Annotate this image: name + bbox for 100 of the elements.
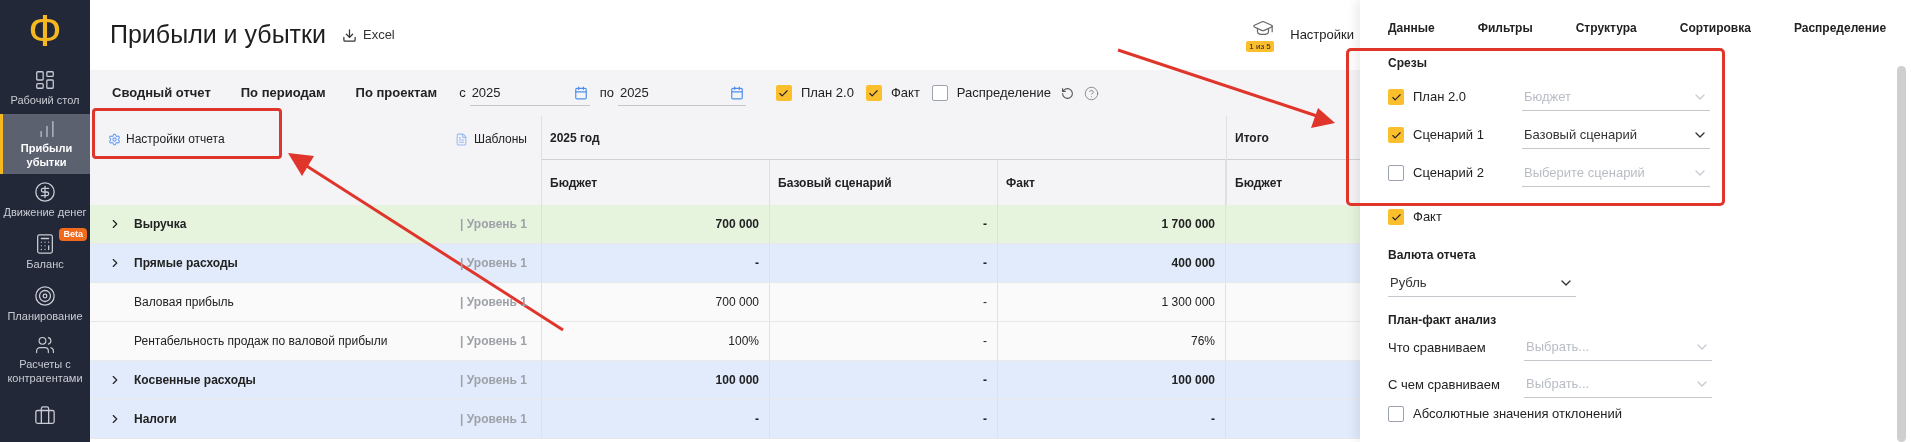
- checkbox-label: Распределение: [956, 84, 1051, 103]
- report-tab[interactable]: Сводный отчет: [112, 83, 211, 103]
- download-icon: [341, 27, 357, 43]
- table-cell-text: -: [983, 372, 987, 389]
- table-cell-text: 1 700 000: [1161, 216, 1215, 233]
- row-name: Рентабельность продаж по валовой прибыли: [134, 333, 388, 350]
- excel-export-button[interactable]: Excel: [341, 25, 395, 45]
- table-cell-text: 100%: [728, 333, 759, 350]
- sidebar-item[interactable]: Рабочий стол: [0, 61, 90, 114]
- templates-button[interactable]: Шаблоны: [454, 130, 527, 148]
- sidebar-label: Прибыли убытки: [19, 140, 74, 169]
- field-label: Что сравниваем: [1388, 338, 1487, 357]
- dropdown[interactable]: Рубль: [1388, 270, 1576, 297]
- panel-tab[interactable]: Фильтры: [1477, 19, 1533, 37]
- panel-tab[interactable]: Распределение: [1793, 19, 1887, 37]
- section-title: План-факт анализ: [1388, 312, 1497, 329]
- checkbox[interactable]: [775, 85, 792, 101]
- scrollbar[interactable]: [1897, 66, 1906, 442]
- column-group-header: 2025 год: [542, 116, 1226, 160]
- people-icon: [34, 334, 56, 355]
- check-icon: [1390, 211, 1402, 223]
- table-cell-text: 100 000: [715, 372, 759, 389]
- table-cell-text: 76%: [1190, 333, 1215, 350]
- sidebar-label: Расчеты с контрагентами: [6, 357, 84, 385]
- table-cell-text: 1 300 000: [1161, 294, 1215, 311]
- table-cell-text: -: [983, 411, 987, 428]
- row-name: Косвенные расходы: [134, 372, 256, 389]
- table-cell-text: 400 000: [1171, 255, 1215, 272]
- date-from-label: с: [459, 84, 466, 103]
- sidebar-item[interactable]: Движение денег: [0, 173, 90, 226]
- table-cell-text: -: [983, 216, 987, 233]
- dropdown[interactable]: Базовый сценарий: [1522, 121, 1710, 149]
- sidebar-label: Планирование: [7, 308, 83, 323]
- report-settings-button[interactable]: Настройки отчета: [108, 130, 225, 148]
- sidebar-item[interactable]: Планирование: [0, 277, 90, 330]
- sidebar-label: Баланс: [26, 256, 64, 271]
- beta-badge: Beta: [59, 227, 87, 241]
- panel-tab[interactable]: Сортировка: [1679, 19, 1751, 37]
- checkbox[interactable]: [865, 85, 882, 101]
- briefcase-icon: [34, 405, 56, 427]
- sidebar-item[interactable]: Расчеты с контрагентами: [0, 329, 90, 390]
- row-name: Прямые расходы: [134, 255, 238, 272]
- checkbox[interactable]: [1388, 406, 1404, 422]
- table-cell-text: -: [1211, 411, 1215, 428]
- field-label: С чем сравниваем: [1388, 375, 1502, 394]
- table-cell-text: -: [983, 333, 987, 350]
- table-cell-text: 100 000: [1171, 372, 1215, 389]
- table-cell-text: -: [983, 294, 987, 311]
- help-icon[interactable]: [1083, 85, 1099, 101]
- dashboard-icon: [34, 68, 56, 91]
- section-title: Валюта отчета: [1388, 247, 1476, 264]
- calendar-icon: [729, 85, 744, 100]
- row-level: | Уровень 1: [460, 333, 527, 350]
- coin-icon: [34, 180, 56, 203]
- calculator-icon: [34, 232, 56, 255]
- row-level: | Уровень 1: [460, 255, 527, 272]
- check-icon: [1390, 91, 1402, 103]
- document-icon: [454, 132, 468, 146]
- table-cell-text: -: [755, 255, 759, 272]
- settings-link[interactable]: Настройки: [1290, 25, 1354, 45]
- sidebar-label: Рабочий стол: [10, 92, 80, 107]
- checkbox-label: Факт: [1413, 208, 1443, 227]
- date-to-field[interactable]: 2025: [617, 80, 746, 106]
- report-tab[interactable]: По периодам: [240, 83, 326, 103]
- checkbox-label: Факт: [890, 84, 920, 103]
- check-icon: [778, 87, 790, 99]
- date-from-field[interactable]: 2025: [469, 80, 590, 106]
- section-title: Срезы: [1388, 55, 1427, 72]
- row-level: | Уровень 1: [460, 216, 527, 233]
- sidebar-item[interactable]: Beta Баланс: [0, 225, 90, 278]
- checkbox-label: Сценарий 2: [1413, 164, 1485, 183]
- checkbox[interactable]: [931, 85, 948, 101]
- gear-icon: [108, 132, 121, 146]
- table-cell-text: -: [983, 255, 987, 272]
- checkbox[interactable]: [1388, 127, 1404, 143]
- table-cell-text: 700 000: [715, 294, 759, 311]
- calendar-icon: [573, 85, 588, 100]
- report-tab[interactable]: По проектам: [355, 83, 438, 103]
- progress-badge: 1 из 5: [1246, 41, 1274, 52]
- row-level: | Уровень 1: [460, 372, 527, 389]
- page-title: Прибыли и убытки: [110, 19, 326, 51]
- check-icon: [1390, 129, 1402, 141]
- undo-icon[interactable]: [1060, 86, 1074, 100]
- panel-tab[interactable]: Структура: [1575, 19, 1637, 37]
- row-name: Выручка: [134, 216, 187, 233]
- sidebar-item[interactable]: Прибыли убытки: [0, 113, 90, 174]
- panel-tab[interactable]: Данные: [1388, 19, 1435, 37]
- logo: Ф: [28, 8, 62, 53]
- checkbox[interactable]: [1388, 209, 1404, 225]
- table-cell-text: 700 000: [715, 216, 759, 233]
- checkbox-label: План 2.0: [1413, 88, 1468, 107]
- table-cell-text: -: [755, 411, 759, 428]
- checkbox-label: Сценарий 1: [1413, 126, 1485, 145]
- checkbox-label: Абсолютные значения отклонений: [1413, 405, 1622, 424]
- check-icon: [868, 87, 880, 99]
- row-name: Налоги: [134, 411, 177, 428]
- sidebar-label: Движение денег: [3, 204, 87, 219]
- date-to-label: по: [599, 84, 614, 103]
- target-icon: [34, 284, 56, 307]
- row-level: | Уровень 1: [460, 411, 527, 428]
